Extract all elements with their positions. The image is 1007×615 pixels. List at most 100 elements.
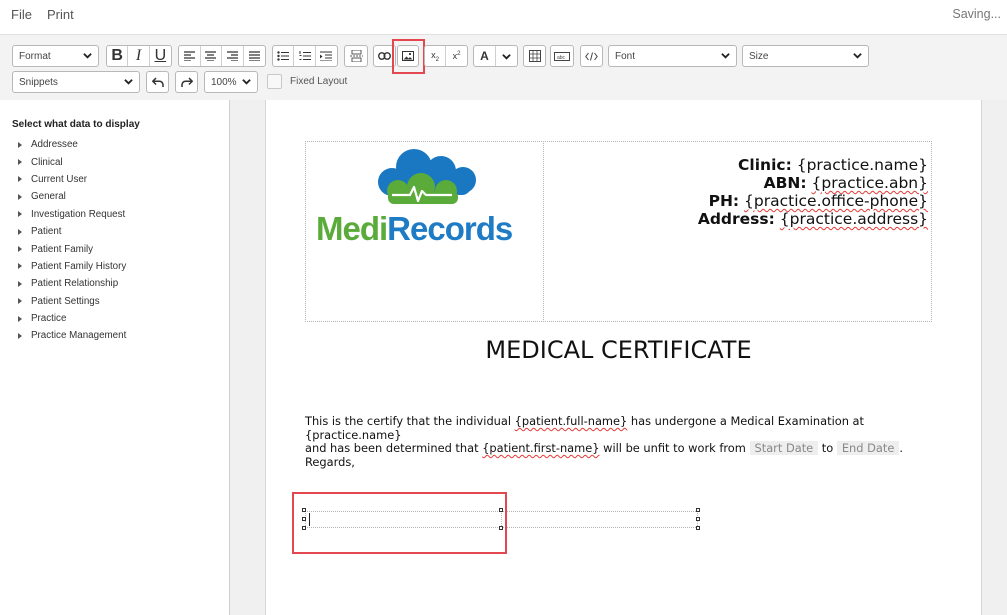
sidebar-item-patient-relationship[interactable]: Patient Relationship xyxy=(16,275,126,292)
sidebar-item-label: Patient Family History xyxy=(31,260,127,272)
align-right-icon xyxy=(226,51,238,61)
indent-icon xyxy=(320,51,333,61)
align-justify-button[interactable] xyxy=(244,46,265,66)
sidebar-item-practice[interactable]: Practice xyxy=(16,310,126,327)
chevron-down-icon xyxy=(124,79,133,85)
address-label: Address: xyxy=(697,210,775,228)
expand-arrow-icon xyxy=(18,193,22,200)
size-dropdown-label: Size xyxy=(749,50,769,62)
sidebar-item-patient[interactable]: Patient xyxy=(16,223,126,240)
sidebar-item-patient-settings[interactable]: Patient Settings xyxy=(16,293,126,310)
abn-value: {practice.abn} xyxy=(811,174,929,192)
chevron-down-icon xyxy=(502,53,511,60)
medirecords-cloud-logo xyxy=(378,149,476,204)
snippets-dropdown[interactable]: Snippets xyxy=(12,71,140,93)
sidebar-item-label: Current User xyxy=(31,173,88,185)
sidebar-item-label: Clinical xyxy=(31,156,63,168)
text-style-group: B I U xyxy=(106,45,172,67)
sidebar-item-patient-family[interactable]: Patient Family xyxy=(16,240,126,257)
align-center-button[interactable] xyxy=(201,46,222,66)
superscript-icon: x2 xyxy=(452,51,461,61)
end-date-field[interactable]: End Date xyxy=(836,441,900,455)
sidebar-item-label: Practice Management xyxy=(31,330,127,342)
expand-arrow-icon xyxy=(18,159,22,166)
sidebar-item-current-user[interactable]: Current User xyxy=(16,171,126,188)
list-group xyxy=(272,45,338,67)
bold-button[interactable]: B xyxy=(107,46,129,66)
sidebar-item-practice-management[interactable]: Practice Management xyxy=(16,327,126,344)
script-group: x2 x2 xyxy=(424,45,468,67)
svg-text:abc: abc xyxy=(557,55,566,61)
sidebar-item-clinical[interactable]: Clinical xyxy=(16,153,126,170)
zoom-value: 100% xyxy=(211,76,237,88)
clinic-details: Clinic: {practice.name} ABN: {practice.a… xyxy=(698,156,928,228)
italic-button[interactable]: I xyxy=(128,46,150,66)
text-color-dropdown[interactable] xyxy=(496,46,517,66)
fixed-layout-checkbox[interactable] xyxy=(267,74,282,89)
bullet-list-button[interactable] xyxy=(273,46,295,66)
sidebar-item-label: Investigation Request xyxy=(31,208,126,220)
body-text-1: This is the certify that the individual xyxy=(305,414,515,428)
expand-arrow-icon xyxy=(18,263,22,270)
expand-arrow-icon xyxy=(18,280,22,287)
superscript-button[interactable]: x2 xyxy=(446,46,467,66)
clinic-label: Clinic: xyxy=(738,156,792,174)
clinic-value: {practice.name} xyxy=(796,156,928,174)
file-menu[interactable]: File xyxy=(11,7,32,22)
practice-name-field: {practice.name} xyxy=(305,427,402,442)
subscript-button[interactable]: x2 xyxy=(425,46,447,66)
save-status: Saving... xyxy=(952,7,1001,21)
sidebar-item-patient-family-history[interactable]: Patient Family History xyxy=(16,258,126,275)
undo-button[interactable] xyxy=(146,71,169,93)
indent-button[interactable] xyxy=(316,46,337,66)
zoom-dropdown[interactable]: 100% xyxy=(204,71,258,93)
resize-handle[interactable] xyxy=(696,508,700,512)
phone-label: PH: xyxy=(708,192,740,210)
sidebar-item-label: Addressee xyxy=(31,139,78,151)
expand-arrow-icon xyxy=(18,246,22,253)
align-left-button[interactable] xyxy=(179,46,201,66)
code-icon xyxy=(585,51,598,61)
insert-table-button[interactable] xyxy=(523,45,546,67)
numbered-list-button[interactable] xyxy=(294,46,316,66)
size-dropdown[interactable]: Size xyxy=(742,45,869,67)
sidebar-item-label: General xyxy=(31,191,66,203)
font-dropdown[interactable]: Font xyxy=(608,45,737,67)
sidebar-item-addressee[interactable]: Addressee xyxy=(16,136,126,153)
resize-handle[interactable] xyxy=(696,517,700,521)
underline-button[interactable]: U xyxy=(150,46,171,66)
bullet-list-icon xyxy=(277,51,290,61)
body-text-5: to xyxy=(818,441,837,455)
source-code-button[interactable] xyxy=(580,45,603,67)
sidebar-item-general[interactable]: General xyxy=(16,188,126,205)
certificate-body: This is the certify that the individual … xyxy=(305,414,945,469)
expand-arrow-icon xyxy=(18,141,22,148)
address-value: {practice.address} xyxy=(779,210,928,228)
undo-icon xyxy=(151,77,164,87)
insert-field-button[interactable]: abc xyxy=(550,45,574,67)
start-date-field[interactable]: Start Date xyxy=(749,441,819,455)
sidebar-title: Select what data to display xyxy=(12,119,140,130)
page-break-button[interactable] xyxy=(344,45,368,67)
print-menu[interactable]: Print xyxy=(47,7,74,22)
redo-button[interactable] xyxy=(175,71,198,93)
text-color-button[interactable]: A xyxy=(474,46,496,66)
logo-text-medi: Medi xyxy=(316,210,388,247)
sidebar-item-investigation-request[interactable]: Investigation Request xyxy=(16,206,126,223)
chevron-down-icon xyxy=(83,53,92,59)
link-icon xyxy=(378,52,391,60)
phone-value: {practice.office-phone} xyxy=(744,192,928,210)
patient-first-name-field: {patient.first-name} xyxy=(482,441,600,455)
align-right-button[interactable] xyxy=(222,46,244,66)
chevron-down-icon xyxy=(721,53,730,59)
body-text-6: . xyxy=(899,441,903,455)
expand-arrow-icon xyxy=(18,332,22,339)
expand-arrow-icon xyxy=(18,315,22,322)
editor-toolbar: Format B I U x2 x2 A abc Font Size Snipp… xyxy=(0,34,1007,101)
expand-arrow-icon xyxy=(18,298,22,305)
format-dropdown[interactable]: Format xyxy=(12,45,99,67)
patient-full-name-field: {patient.full-name} xyxy=(514,414,628,428)
logo-text-records: Records xyxy=(387,210,513,247)
body-text-4: will be unfit to work from xyxy=(599,441,750,455)
resize-handle[interactable] xyxy=(696,526,700,530)
